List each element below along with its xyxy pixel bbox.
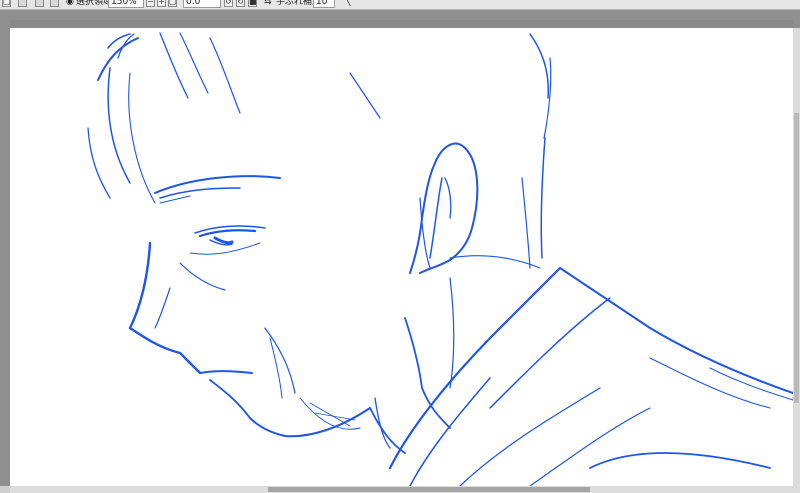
drawing-canvas[interactable]	[10, 28, 793, 486]
sketch-line-art	[87, 32, 793, 486]
canvas-border	[10, 20, 793, 28]
eye-icon[interactable]: ◉	[66, 0, 74, 8]
vertical-scrollbar[interactable]	[793, 28, 800, 486]
tool-icon-4[interactable]	[50, 0, 59, 7]
rotate-left-button[interactable]: ↺	[224, 0, 233, 7]
zoom-in-button[interactable]: +	[157, 0, 166, 7]
tool-options-bar: □ ◉ 選択領域 150% − + ▢ 0.0° ↺ ↻ ■ ⇆ 手ぶれ補正 1…	[0, 0, 800, 10]
pen-icon[interactable]: ╲	[345, 0, 350, 8]
tool-icon-3[interactable]	[35, 0, 44, 7]
tool-icon-1[interactable]: □	[2, 0, 11, 7]
vertical-scroll-thumb[interactable]	[794, 113, 799, 403]
scroll-corner	[0, 486, 10, 493]
rotate-right-button[interactable]: ↻	[236, 0, 245, 7]
flip-icon[interactable]: ⇆	[264, 0, 272, 8]
zoom-field[interactable]: 150%	[108, 0, 144, 8]
rotation-field[interactable]: 0.0°	[183, 0, 221, 8]
tool-icon-2[interactable]	[18, 0, 27, 7]
select-mode-label: 選択領域	[76, 0, 113, 7]
fit-zoom-button[interactable]: ▢	[168, 0, 177, 7]
horizontal-scroll-thumb[interactable]	[268, 487, 590, 492]
reset-rotation-button[interactable]: ■	[248, 0, 257, 7]
zoom-out-button[interactable]: −	[146, 0, 155, 7]
horizontal-scrollbar[interactable]	[10, 486, 800, 493]
stabilization-field[interactable]: 10	[313, 0, 335, 8]
